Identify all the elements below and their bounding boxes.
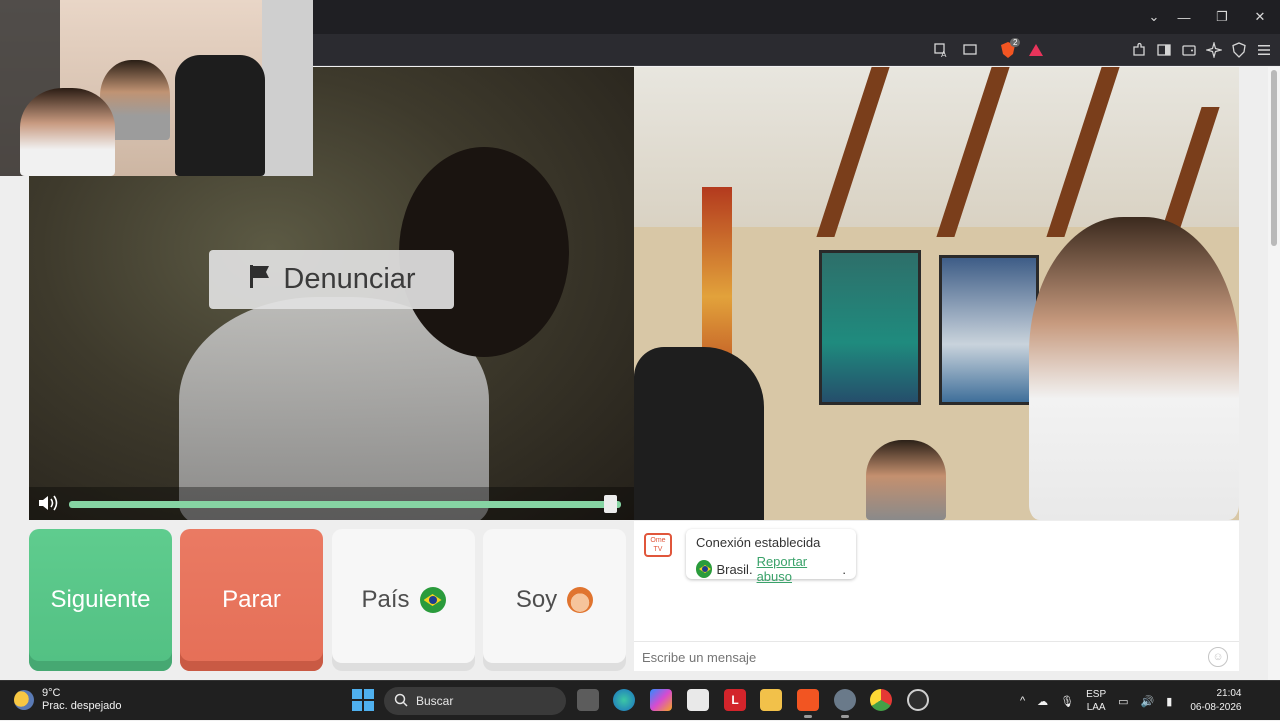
clock[interactable]: 21:04 06-08-2026 [1190,687,1241,715]
store-icon[interactable] [687,689,709,711]
taskbar: 9°C Prac. despejado Buscar L ^ ☁ 🎙 ESP L… [0,680,1280,720]
chevron-up-icon[interactable]: ^ [1020,695,1025,707]
report-button[interactable]: Denunciar [209,250,454,309]
chrome-icon[interactable] [870,689,892,711]
stranger-country-line: Brasil. Reportar abuso. [696,554,846,584]
network-icon[interactable]: ▭ [1118,695,1128,708]
brave-rewards-icon[interactable] [1026,40,1046,60]
country-button[interactable]: País [332,529,475,671]
emoji-icon[interactable]: ☺ [1208,647,1228,667]
chat-input-row: ☺ [634,641,1239,671]
gaming-chair [634,347,764,520]
minimize-button[interactable]: — [1165,0,1203,34]
volume-slider-track[interactable] [69,501,621,508]
vpn-icon[interactable] [1229,40,1249,60]
svg-text:A: A [941,50,947,58]
input-language[interactable]: ESP LAA [1086,688,1106,714]
clock-date: 06-08-2026 [1190,702,1242,713]
menu-icon[interactable] [1254,40,1274,60]
windows-start-icon[interactable] [352,689,374,711]
brazil-flag-icon [419,587,446,613]
anime-poster [939,255,1039,405]
preview-person-foreground [20,88,115,176]
search-label: Buscar [416,694,454,708]
close-button[interactable]: ✕ [1241,0,1279,34]
battery-icon[interactable]: ▮ [1166,695,1172,708]
stop-button[interactable]: Parar [180,529,323,671]
stranger-country: Brasil. [716,561,753,577]
chat-panel: Ome TV Conexión establecida Brasil. Repo… [634,521,1239,671]
task-view-icon[interactable] [577,689,599,711]
scrollbar-thumb[interactable] [1271,70,1277,246]
copilot-icon[interactable] [650,689,672,711]
sidebar-icon[interactable] [1154,40,1174,60]
layout-code: LAA [1086,702,1106,713]
own-camera-video [634,67,1239,520]
weather-temp: 9°C [42,687,61,699]
connection-status: Conexión establecida [696,535,821,550]
onedrive-icon[interactable]: ☁ [1037,695,1048,708]
preview-wall-posters [262,0,313,176]
brazil-flag-icon [696,560,713,578]
leo-ai-icon[interactable] [1204,40,1224,60]
obs-icon[interactable] [907,689,929,711]
stop-label: Parar [222,586,281,613]
next-label: Siguiente [50,586,151,613]
person-child [866,440,946,520]
language-code: ESP [1086,689,1107,700]
anime-poster [819,250,921,405]
file-explorer-icon[interactable] [760,689,782,711]
cast-icon[interactable] [960,40,980,60]
system-message: Conexión establecida Brasil. Reportar ab… [686,529,856,584]
clock-time: 21:04 [1216,688,1242,699]
next-button[interactable]: Siguiente [29,529,172,671]
volume-slider-knob[interactable] [603,495,617,513]
restore-button[interactable]: ❐ [1203,0,1241,34]
message-input[interactable] [642,647,1202,667]
country-label: País [361,586,410,613]
person-foreground [1029,217,1239,520]
search-icon [394,693,408,710]
extensions-icon[interactable] [1129,40,1149,60]
weather-desc: Prac. despejado [42,700,122,712]
report-abuse-link[interactable]: Reportar abuso [757,554,839,584]
ometv-logo-icon: Ome TV [644,533,672,557]
boy-avatar-icon [567,587,594,613]
microphone-icon[interactable]: 🎙 [1060,695,1074,708]
wallet-icon[interactable] [1179,40,1199,60]
translate-icon[interactable]: A [932,40,952,60]
settings-gear-icon[interactable] [834,689,856,718]
flag-icon [247,263,273,297]
report-suffix: . [842,561,846,577]
taskbar-search[interactable]: Buscar [384,687,566,715]
gender-label: Soy [515,586,558,613]
preview-chair [175,55,265,176]
volume-bar [29,487,634,520]
volume-icon[interactable]: 🔊 [1141,695,1155,708]
system-tray: ^ ☁ 🎙 ESP LAA ▭ 🔊 ▮ 21:04 06-08-2026 [1020,681,1241,721]
speaker-icon[interactable] [37,493,61,513]
gender-button[interactable]: Soy [483,529,626,671]
brave-browser-icon[interactable] [797,689,819,718]
weather-widget[interactable]: 9°C Prac. despejado [14,687,122,713]
report-label: Denunciar [283,263,416,295]
edge-icon[interactable] [613,689,635,711]
self-preview [0,0,313,176]
lexicon-app-icon[interactable]: L [724,689,746,711]
brave-shields-icon[interactable]: 2 [998,38,1021,60]
weather-moon-icon [14,690,34,710]
